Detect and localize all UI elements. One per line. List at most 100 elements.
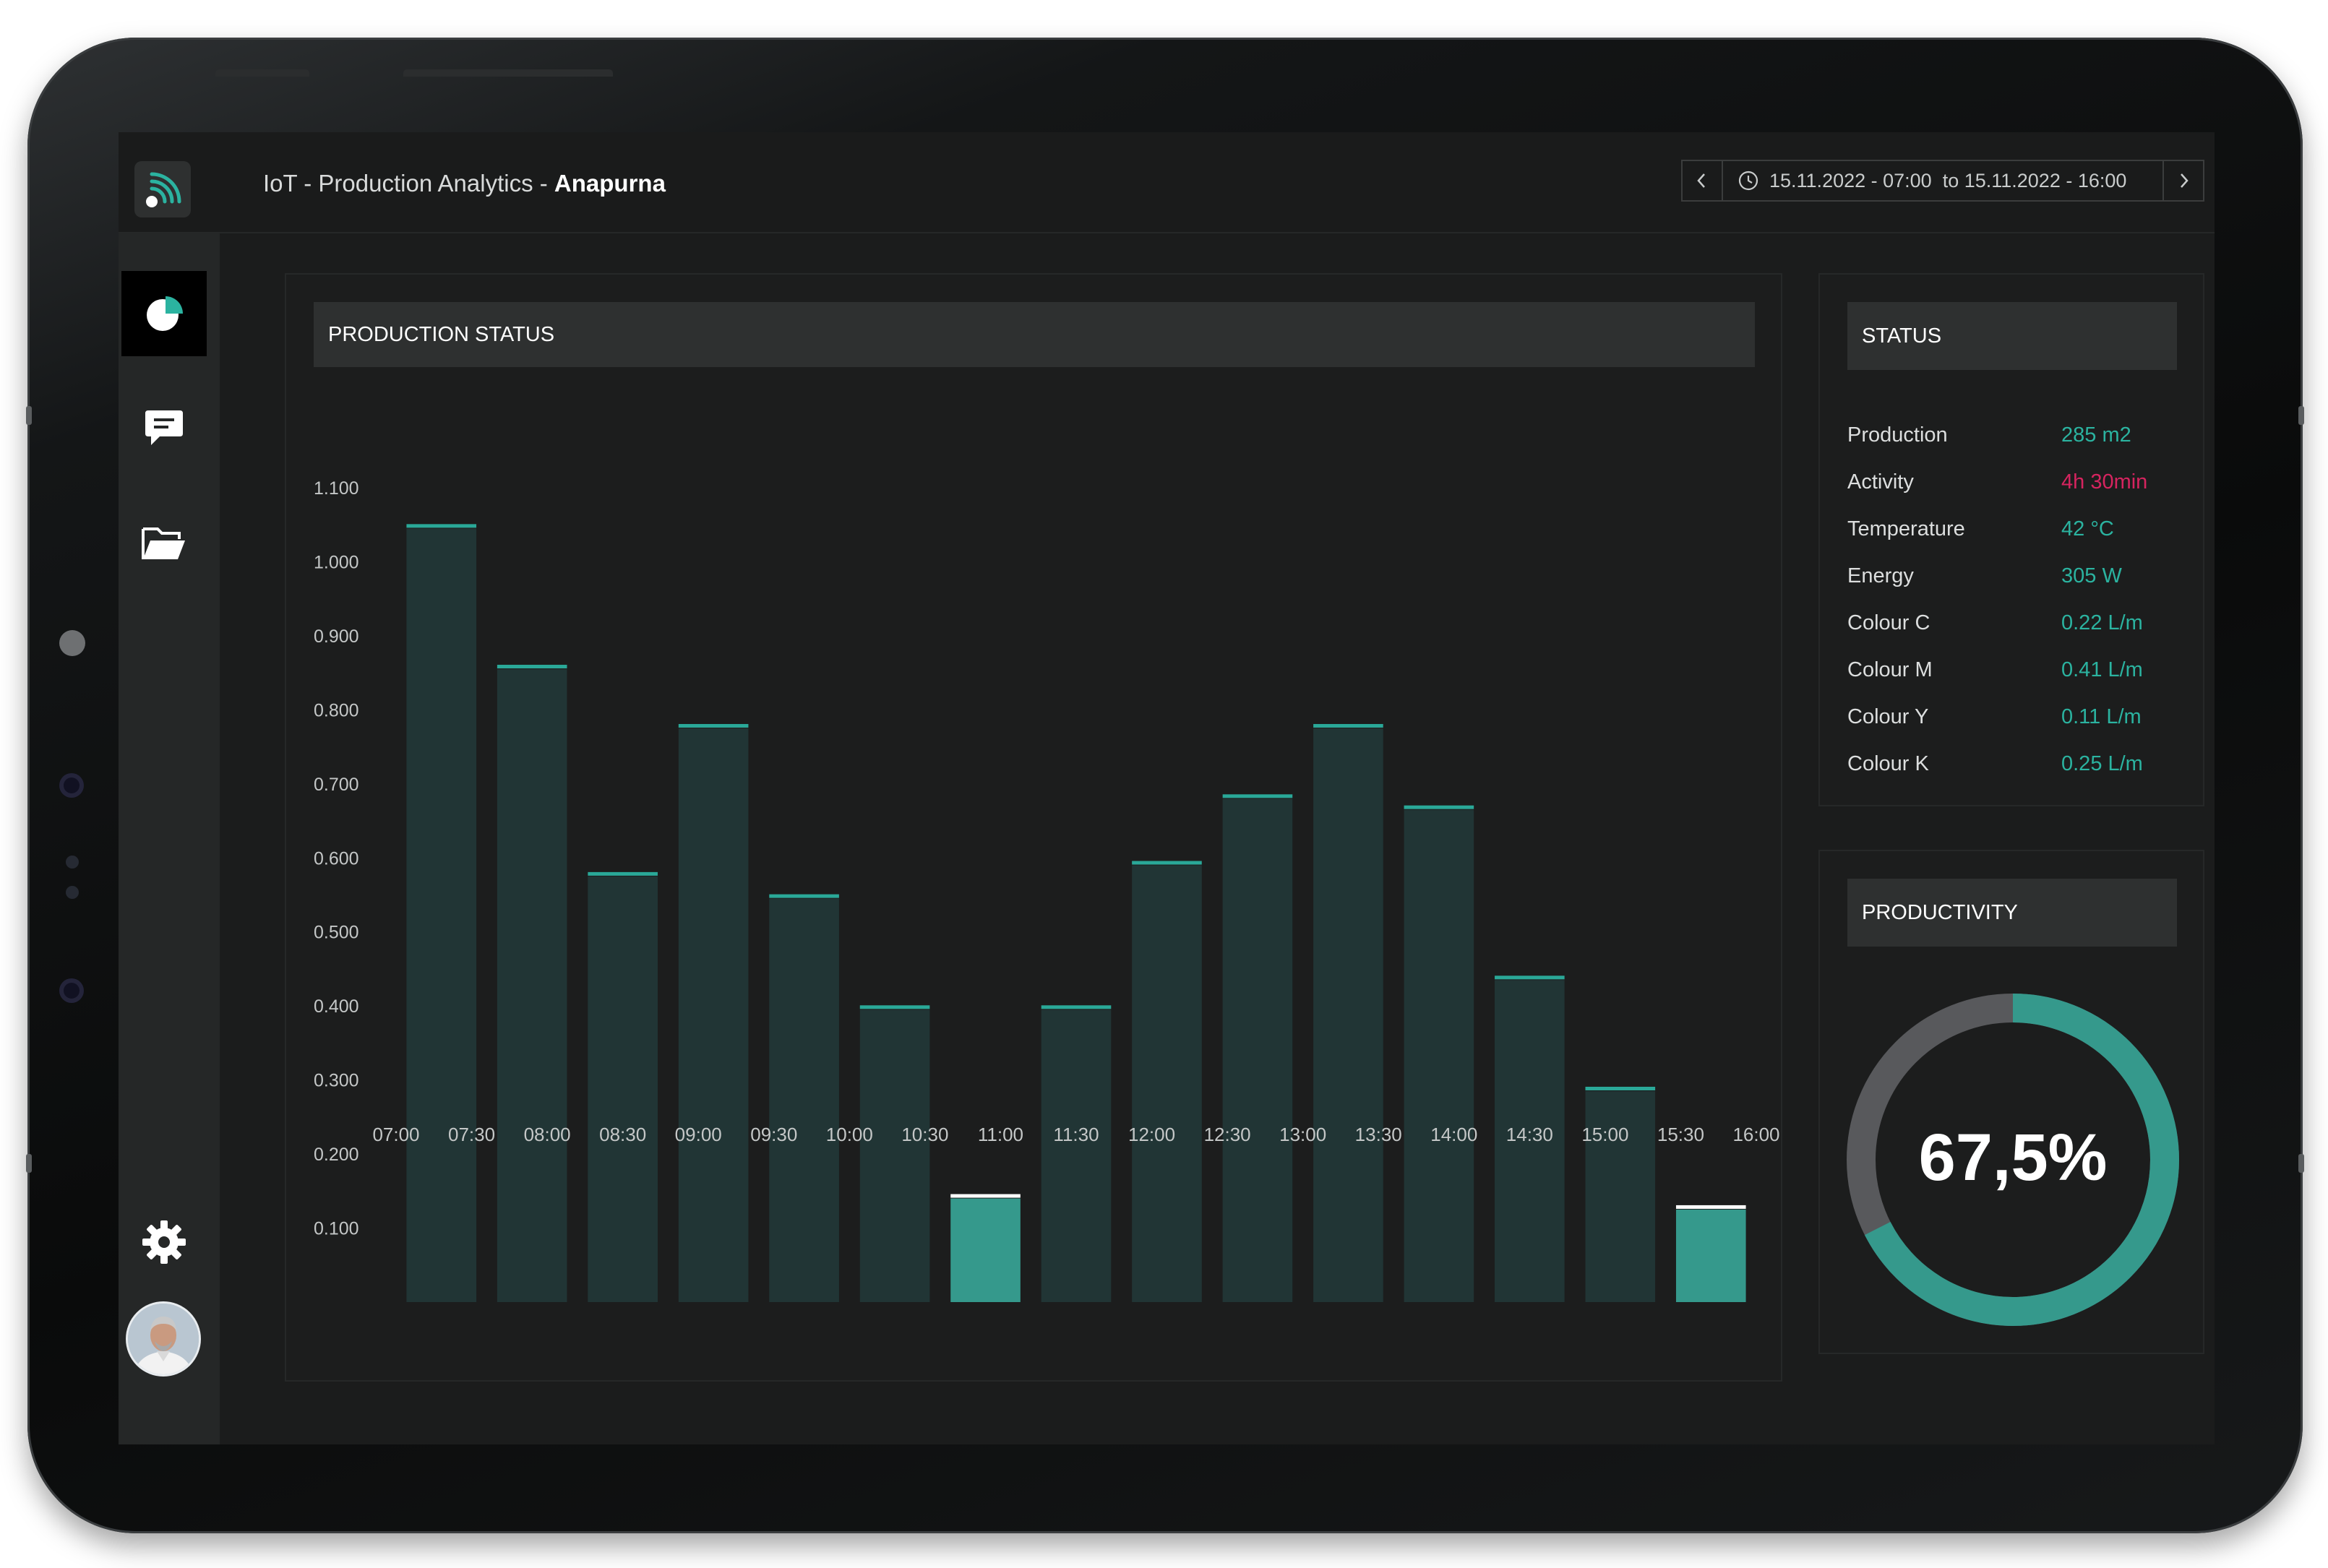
status-value: 4h 30min [2061, 470, 2148, 494]
status-row: Production 285 m2 [1847, 423, 2180, 447]
sidebar-item-dashboard[interactable] [121, 271, 207, 356]
chevron-left-icon [1697, 173, 1705, 188]
side-button-right-bottom [2298, 1154, 2304, 1173]
bar[interactable] [497, 669, 567, 1302]
status-row: Activity 4h 30min [1847, 470, 2180, 494]
bar[interactable] [1313, 728, 1383, 1302]
settings-button[interactable] [121, 1199, 207, 1285]
app-title-machine: Anapurna [554, 170, 666, 197]
bar[interactable] [950, 1198, 1021, 1302]
bar-cap [1222, 794, 1293, 798]
user-portrait [128, 1304, 199, 1374]
sidebar-item-messages[interactable] [121, 385, 207, 470]
sidebar [119, 233, 220, 1444]
chevron-right-icon [2181, 173, 2189, 188]
y-tick-label: 0.100 [314, 1219, 359, 1239]
bar-cap [1675, 1205, 1746, 1209]
app-logo[interactable] [134, 161, 191, 217]
status-label: Colour C [1847, 611, 1930, 634]
bar[interactable] [406, 528, 477, 1302]
x-tick-label: 08:30 [599, 1124, 646, 1145]
bar-cap [1585, 1087, 1656, 1091]
x-tick-label: 12:30 [1204, 1124, 1251, 1145]
status-row: Colour Y 0.11 L/m [1847, 705, 2180, 729]
y-tick-label: 0.800 [314, 700, 359, 720]
productivity-title: PRODUCTIVITY [1847, 879, 2177, 947]
power-button [215, 69, 309, 77]
app-screen: IoT - Production Analytics - Anapurna 15… [119, 132, 2215, 1444]
y-tick-label: 0.700 [314, 775, 359, 795]
status-label: Production [1847, 423, 1948, 447]
status-row: Colour M 0.41 L/m [1847, 658, 2180, 682]
bar-cap [1041, 1005, 1112, 1009]
bar[interactable] [588, 876, 658, 1302]
date-next-button[interactable] [2162, 160, 2204, 202]
status-label: Activity [1847, 470, 1914, 494]
chat-icon [145, 410, 183, 445]
status-value: 285 m2 [2061, 423, 2131, 447]
y-tick-label: 0.900 [314, 626, 359, 647]
avatar[interactable] [126, 1301, 201, 1377]
light-sensor [59, 630, 85, 656]
x-tick-label: 15:00 [1581, 1124, 1628, 1145]
status-row: Temperature 42 °C [1847, 517, 2180, 541]
y-tick-label: 0.500 [314, 923, 359, 943]
sensor-dot [66, 886, 79, 899]
status-value: 0.11 L/m [2061, 705, 2142, 728]
bar[interactable] [769, 898, 839, 1302]
bar-cap [497, 665, 567, 669]
x-tick-label: 11:00 [978, 1124, 1023, 1145]
status-row: Colour C 0.22 L/m [1847, 611, 2180, 635]
bar[interactable] [1041, 1009, 1112, 1302]
header: IoT - Production Analytics - Anapurna 15… [119, 132, 2215, 233]
x-tick-label: 16:00 [1732, 1124, 1779, 1145]
sidebar-item-files[interactable] [121, 501, 207, 586]
app-title-prefix: IoT - Production Analytics - [263, 170, 554, 197]
x-tick-label: 13:30 [1355, 1124, 1402, 1145]
status-value: 305 W [2061, 564, 2122, 587]
x-tick-label: 12:00 [1128, 1124, 1175, 1145]
bar[interactable] [859, 1009, 930, 1302]
status-label: Colour M [1847, 658, 1933, 681]
x-tick-label: 07:30 [448, 1124, 495, 1145]
bar-cap [678, 723, 749, 728]
status-value: 0.22 L/m [2061, 611, 2143, 634]
y-tick-label: 1.100 [314, 478, 359, 499]
status-value: 0.41 L/m [2061, 658, 2143, 681]
volume-button [403, 69, 613, 77]
bar-cap [950, 1194, 1021, 1198]
bar[interactable] [1222, 798, 1293, 1302]
sensor-dot [66, 856, 79, 869]
side-button-right-top [2298, 406, 2304, 425]
y-tick-label: 0.400 [314, 996, 359, 1017]
production-status-panel: PRODUCTION STATUS 1.100 1.000 0.900 0.800 0.… [285, 273, 1782, 1382]
app-title: IoT - Production Analytics - Anapurna [263, 170, 666, 197]
date-prev-button[interactable] [1681, 160, 1723, 202]
x-tick-label: 13:00 [1279, 1124, 1326, 1145]
bar[interactable] [1585, 1091, 1656, 1302]
y-tick-label: 0.300 [314, 1071, 359, 1091]
bar-cap [588, 871, 658, 876]
date-range-picker[interactable]: 15.11.2022 - 07:00 to 15.11.2022 - 16:00 [1722, 160, 2164, 202]
date-range-label: 15.11.2022 - 07:00 to 15.11.2022 - 16:00 [1769, 169, 2127, 191]
status-label: Colour K [1847, 752, 1929, 775]
bar-cap [1495, 975, 1565, 980]
rear-camera-hint [59, 978, 84, 1003]
x-tick-label: 10:00 [826, 1124, 873, 1145]
bar[interactable] [678, 728, 749, 1302]
status-row: Colour K 0.25 L/m [1847, 752, 2180, 776]
side-button-left-top [26, 406, 32, 425]
x-tick-label: 15:30 [1657, 1124, 1704, 1145]
bar[interactable] [1675, 1209, 1746, 1302]
productivity-panel: PRODUCTIVITY 67,5% [1818, 850, 2204, 1354]
status-panel: STATUS Production 285 m2 Activity 4h 30min T… [1818, 273, 2204, 806]
x-tick-label: 14:00 [1430, 1124, 1477, 1145]
bar-cap [1313, 723, 1383, 728]
production-bar-chart: 1.100 1.000 0.900 0.800 0.700 0.600 0.500 0.400… [314, 478, 1780, 1302]
x-tick-label: 07:00 [372, 1124, 419, 1145]
bar[interactable] [1404, 809, 1474, 1302]
folder-open-icon [142, 527, 185, 559]
productivity-gauge: 67,5% [1847, 994, 2179, 1326]
bar[interactable] [1132, 865, 1202, 1302]
bar-cap [1404, 805, 1474, 809]
